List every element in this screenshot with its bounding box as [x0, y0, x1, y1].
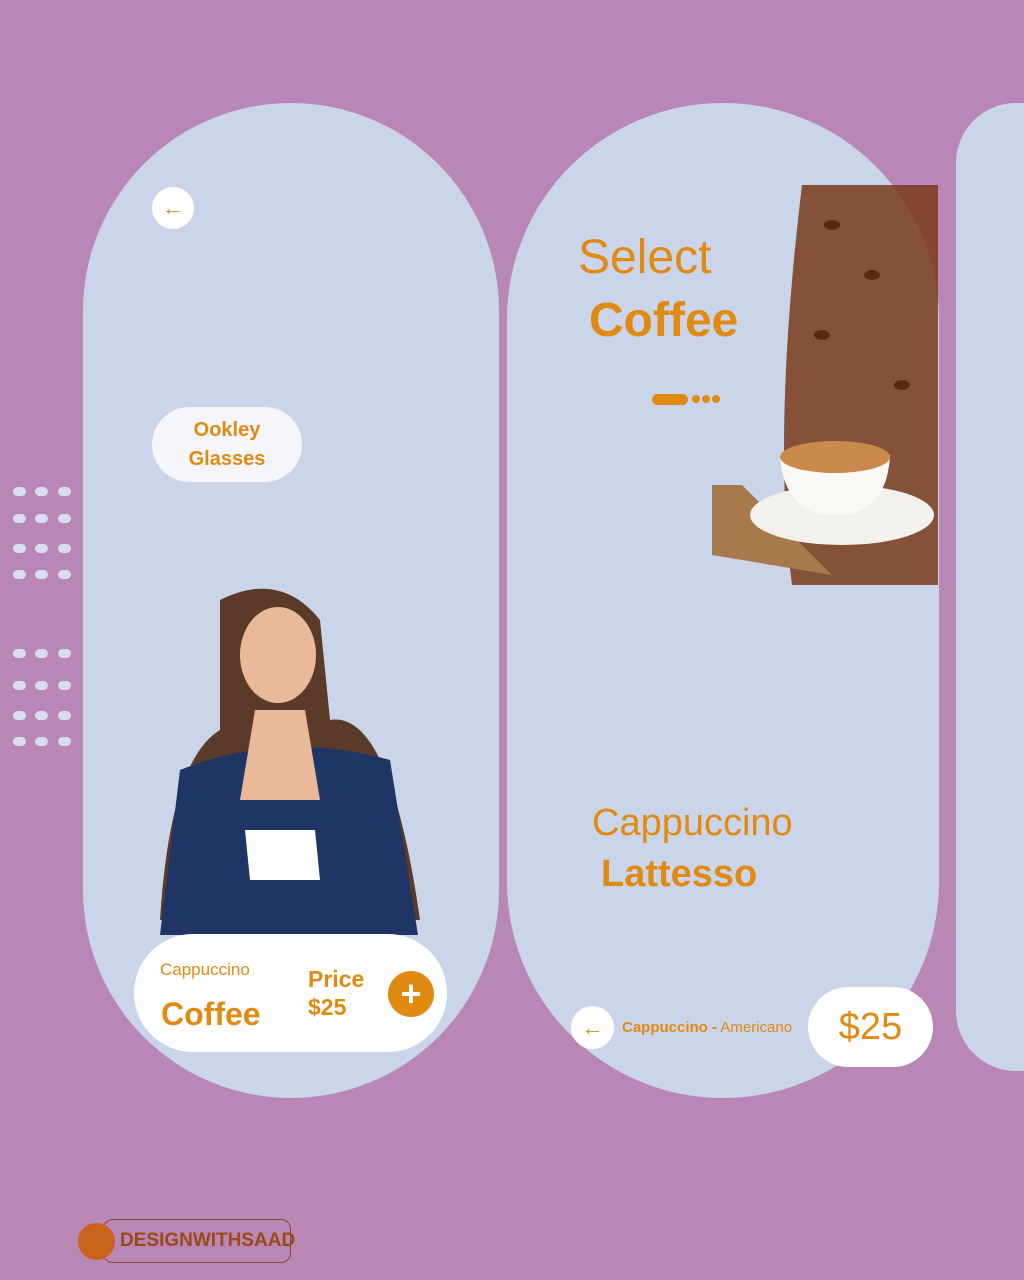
item-line1: Cappuccino: [592, 802, 793, 844]
brand-badge: DESIGNWITHSAAD: [103, 1219, 295, 1263]
brand-avatar: [78, 1223, 115, 1260]
product-info-pill: Cappuccino Coffee Price $25 +: [134, 934, 447, 1052]
product-subtitle: Cappuccino: [160, 960, 250, 979]
prev-button[interactable]: ←: [571, 1006, 614, 1049]
item-line2: Lattesso: [601, 853, 758, 895]
dot: [35, 570, 48, 579]
dot: [35, 711, 48, 720]
dot: [58, 711, 71, 720]
dot: [58, 737, 71, 746]
breadcrumb: Cappuccino - Americano: [622, 1019, 792, 1036]
tag-pill[interactable]: Ookley Glasses: [152, 407, 302, 482]
product-name: Coffee: [161, 996, 261, 1032]
price-label: Price: [308, 966, 365, 992]
dot: [58, 544, 71, 553]
dot: [13, 649, 26, 658]
dot: [35, 514, 48, 523]
arrow-left-icon: ←: [162, 195, 184, 220]
dot: [13, 514, 26, 523]
crumb-cappuccino[interactable]: Cappuccino: [622, 1019, 708, 1036]
dot: [58, 570, 71, 579]
dot: [13, 544, 26, 553]
price-value: $25: [838, 1005, 903, 1048]
dot: [13, 711, 26, 720]
plus-icon: +: [400, 973, 422, 1014]
tag-line1: Ookley: [193, 418, 261, 441]
crumb-americano[interactable]: Americano: [720, 1019, 792, 1036]
arrow-left-icon: ←: [581, 1014, 604, 1040]
dot: [58, 681, 71, 690]
dot: [35, 737, 48, 746]
dot: [13, 681, 26, 690]
dot: [35, 681, 48, 690]
dot: [35, 544, 48, 553]
dot: [13, 737, 26, 746]
coffee-cup-image: [712, 185, 940, 605]
tag-line2: Glasses: [188, 447, 266, 470]
price-value: $25: [308, 994, 347, 1020]
title-line1: Select: [578, 231, 712, 284]
dot: [58, 649, 71, 658]
price-badge: $25: [808, 987, 933, 1067]
dot: [58, 487, 71, 496]
add-button[interactable]: +: [388, 971, 434, 1017]
woman-photo: [160, 580, 420, 935]
crumb-separator: -: [712, 1019, 718, 1036]
dot: [13, 570, 26, 579]
dot: [35, 487, 48, 496]
brand-name: DESIGNWITHSAAD: [120, 1230, 296, 1251]
dot: [13, 487, 26, 496]
dot: [35, 649, 48, 658]
dot: [58, 514, 71, 523]
back-button[interactable]: ←: [152, 187, 194, 229]
product-card-partial: [956, 103, 1024, 1071]
